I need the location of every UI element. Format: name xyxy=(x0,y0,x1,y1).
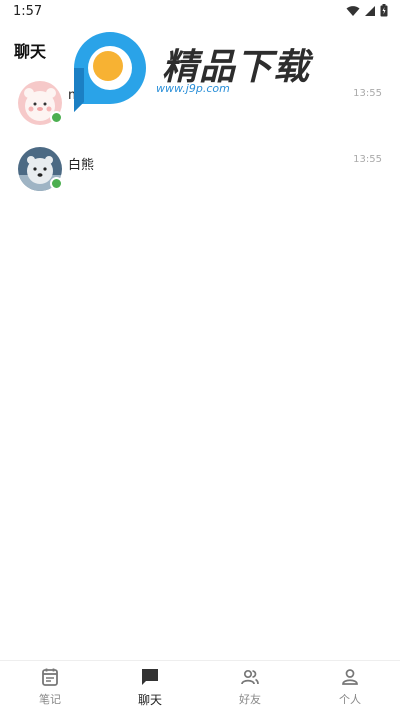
page-title: 聊天 xyxy=(14,42,47,61)
tab-friends[interactable]: 好友 xyxy=(200,661,300,713)
tab-label: 个人 xyxy=(339,693,361,706)
online-status-dot xyxy=(50,177,63,190)
p-logo-icon xyxy=(74,32,146,112)
chat-item-baixiong[interactable]: 白熊 13:55 xyxy=(0,142,400,208)
wifi-icon xyxy=(346,5,360,16)
chat-time: 13:55 xyxy=(353,88,382,99)
watermark-url: www.j9p.com xyxy=(156,82,230,95)
tab-label: 笔记 xyxy=(39,693,61,706)
status-bar: 1:57 xyxy=(0,0,400,24)
person-icon xyxy=(342,669,358,685)
bottom-nav: 笔记 聊天 好友 个人 xyxy=(0,660,400,713)
tab-label: 好友 xyxy=(239,693,261,706)
avatar-wrap xyxy=(18,81,63,125)
online-status-dot xyxy=(50,111,63,124)
tab-label: 聊天 xyxy=(137,693,162,707)
signal-icon xyxy=(365,5,375,16)
chat-name: 白熊 xyxy=(68,158,95,173)
battery-icon xyxy=(380,4,388,17)
friends-icon xyxy=(241,669,259,685)
chat-bubble-icon xyxy=(142,669,158,685)
avatar-wrap xyxy=(18,147,63,191)
tab-profile[interactable]: 个人 xyxy=(300,661,400,713)
chat-time: 13:55 xyxy=(353,154,382,165)
notebook-icon xyxy=(42,668,58,686)
status-icons xyxy=(346,4,388,17)
status-time: 1:57 xyxy=(13,4,43,19)
tab-notes[interactable]: 笔记 xyxy=(0,661,100,713)
watermark-logo: 精品下载 www.j9p.com xyxy=(70,28,330,112)
tab-chat[interactable]: 聊天 xyxy=(100,661,200,713)
